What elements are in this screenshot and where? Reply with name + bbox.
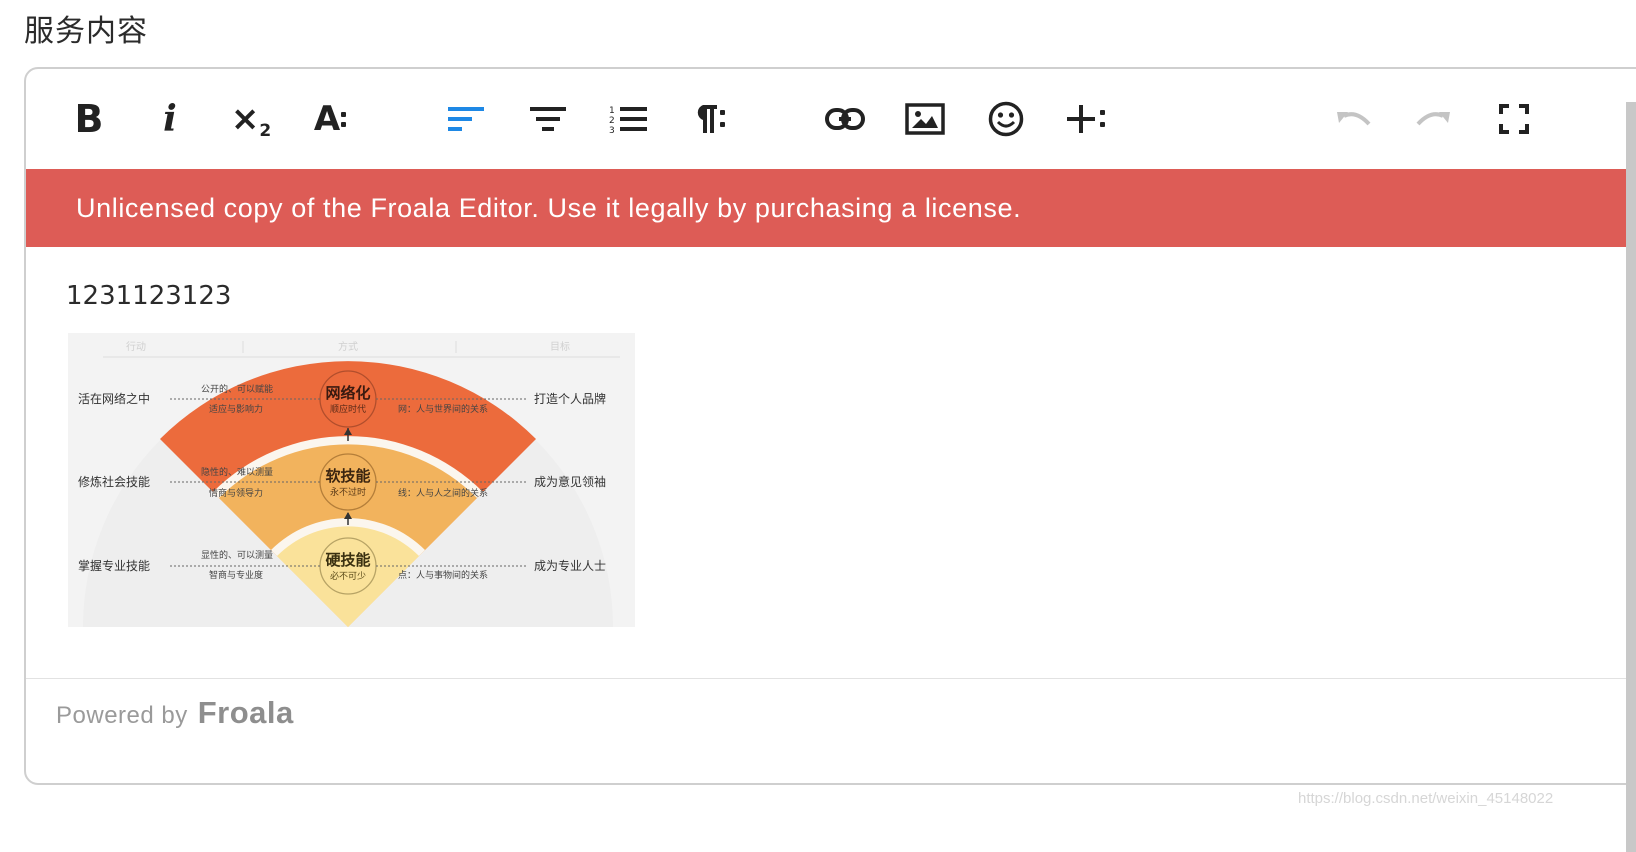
emoticons-button[interactable] bbox=[976, 91, 1036, 147]
redo-button[interactable] bbox=[1404, 91, 1464, 147]
insert-image-button[interactable] bbox=[895, 91, 955, 147]
svg-text:3: 3 bbox=[609, 126, 615, 134]
link-icon bbox=[825, 108, 865, 130]
undo-icon bbox=[1337, 112, 1371, 126]
diagram-note: 线：人与人之间的关系 bbox=[398, 487, 488, 499]
diagram-right-label: 成为意见领袖 bbox=[534, 474, 606, 489]
subscript-icon: × 2 bbox=[230, 99, 272, 141]
image-icon bbox=[905, 103, 945, 135]
diagram-header-goal: 目标 bbox=[550, 341, 570, 353]
italic-button[interactable]: i bbox=[140, 91, 200, 147]
undo-button[interactable] bbox=[1323, 91, 1383, 147]
editor-toolbar: B i × 2 A 1 2 3 bbox=[26, 69, 1636, 169]
insert-link-button[interactable] bbox=[815, 91, 875, 147]
paragraph-more-icon bbox=[697, 105, 725, 133]
paragraph-more-button[interactable] bbox=[679, 91, 739, 147]
powered-by-footer[interactable]: Powered by Froala bbox=[56, 695, 294, 731]
circle-subtitle: 永不过时 bbox=[330, 486, 366, 498]
froala-editor: B i × 2 A 1 2 3 Unlicensed copy of the F… bbox=[24, 67, 1636, 785]
circle-title: 网络化 bbox=[325, 384, 370, 402]
text-format-more-button[interactable]: A bbox=[301, 91, 361, 147]
align-left-icon bbox=[448, 107, 484, 131]
diagram-note: 隐性的、难以测量 bbox=[201, 466, 273, 478]
diagram-note: 适应与影响力 bbox=[209, 403, 263, 415]
insert-more-button[interactable] bbox=[1057, 91, 1117, 147]
skills-diagram: 行动 方式 目标 网络化 顺应时代 软技能 永不过时 硬技能 必不可少 活在网络… bbox=[68, 333, 635, 627]
redo-icon bbox=[1416, 112, 1450, 126]
italic-icon: i bbox=[163, 98, 177, 140]
ordered-list-button[interactable]: 1 2 3 bbox=[598, 91, 658, 147]
editor-text[interactable]: 1231123123 bbox=[66, 281, 231, 311]
svg-text:1: 1 bbox=[609, 106, 615, 116]
diagram-note: 情商与领导力 bbox=[209, 487, 263, 499]
circle-title: 软技能 bbox=[325, 467, 370, 485]
bold-icon: B bbox=[74, 97, 104, 141]
diagram-note: 显性的、可以测量 bbox=[201, 549, 273, 561]
circle-subtitle: 顺应时代 bbox=[330, 403, 366, 415]
diagram-left-label: 掌握专业技能 bbox=[78, 558, 150, 573]
circle-title: 硬技能 bbox=[325, 551, 370, 569]
diagram-note: 网：人与世界间的关系 bbox=[398, 403, 488, 415]
diagram-note: 智商与专业度 bbox=[209, 569, 263, 581]
bold-button[interactable]: B bbox=[59, 91, 119, 147]
diagram-right-label: 成为专业人士 bbox=[534, 558, 606, 573]
emoticon-icon bbox=[988, 101, 1024, 137]
fullscreen-icon bbox=[1499, 104, 1529, 134]
watermark: https://blog.csdn.net/weixin_45148022 bbox=[1298, 790, 1554, 807]
froala-logo[interactable]: Froala bbox=[198, 695, 294, 731]
insert-more-icon bbox=[1067, 105, 1105, 133]
ordered-list-icon: 1 2 3 bbox=[609, 106, 647, 134]
diagram-header-method: 方式 bbox=[338, 340, 358, 353]
content-image[interactable]: 行动 方式 目标 网络化 顺应时代 软技能 永不过时 硬技能 必不可少 活在网络… bbox=[68, 333, 635, 627]
footer-divider bbox=[26, 678, 1636, 679]
diagram-right-label: 打造个人品牌 bbox=[534, 392, 606, 406]
diagram-left-label: 修炼社会技能 bbox=[78, 474, 150, 489]
page-title: 服务内容 bbox=[24, 14, 148, 49]
diagram-left-label: 活在网络之中 bbox=[78, 391, 150, 406]
align-center-button[interactable] bbox=[518, 91, 578, 147]
powered-by-label: Powered by bbox=[56, 702, 188, 729]
page-scrollbar[interactable] bbox=[1626, 102, 1636, 852]
diagram-note: 点：人与事物间的关系 bbox=[398, 569, 488, 581]
circle-subtitle: 必不可少 bbox=[330, 570, 366, 582]
license-warning-banner: Unlicensed copy of the Froala Editor. Us… bbox=[26, 169, 1636, 247]
diagram-note: 公开的、可以赋能 bbox=[201, 383, 273, 395]
text-format-more-icon: A bbox=[314, 102, 348, 136]
align-left-button[interactable] bbox=[437, 91, 497, 147]
diagram-header-action: 行动 bbox=[126, 340, 146, 353]
fullscreen-button[interactable] bbox=[1484, 91, 1544, 147]
subscript-button[interactable]: × 2 bbox=[221, 91, 281, 147]
align-center-icon bbox=[530, 107, 566, 131]
svg-text:2: 2 bbox=[609, 116, 615, 126]
